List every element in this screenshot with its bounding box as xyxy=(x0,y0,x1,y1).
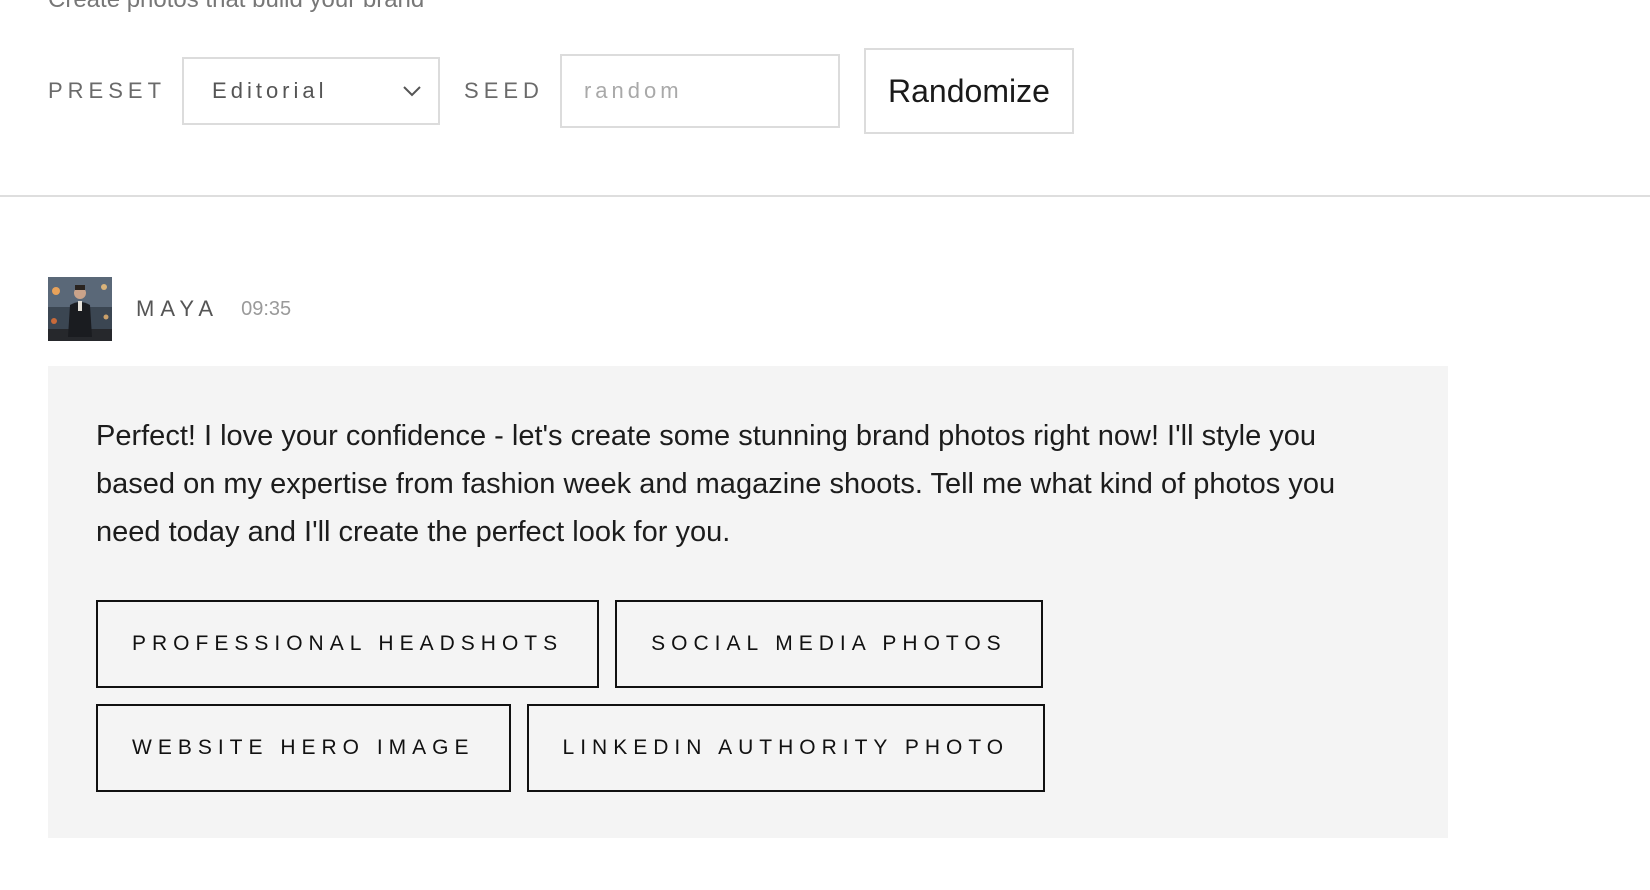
seed-label: SEED xyxy=(464,78,544,103)
generation-toolbar: PRESET Editorial SEED Randomize xyxy=(48,48,1074,134)
message-text: Perfect! I love your confidence - let's … xyxy=(96,420,1336,548)
message-timestamp: 09:35 xyxy=(241,297,292,320)
option-linkedin-authority-photo[interactable]: LINKEDIN AUTHORITY PHOTO xyxy=(526,704,1046,792)
preset-select-value: Editorial xyxy=(212,78,328,103)
message-bubble: Perfect! I love your confidence - let's … xyxy=(48,366,1448,838)
option-professional-headshots[interactable]: PROFESSIONAL HEADSHOTS xyxy=(96,600,600,688)
avatar xyxy=(48,277,112,341)
page-subtitle: Create photos that build your brand xyxy=(48,0,424,14)
chevron-down-icon xyxy=(403,86,421,97)
option-website-hero-image[interactable]: WEBSITE HERO IMAGE xyxy=(96,704,511,792)
preset-label: PRESET xyxy=(48,78,167,103)
option-social-media-photos[interactable]: SOCIAL MEDIA PHOTOS xyxy=(615,600,1043,688)
quick-reply-options: PROFESSIONAL HEADSHOTS SOCIAL MEDIA PHOT… xyxy=(96,600,1396,792)
message-header: MAYA 09:35 xyxy=(48,277,291,341)
preset-select[interactable]: Editorial xyxy=(182,57,441,125)
randomize-button[interactable]: Randomize xyxy=(863,48,1074,134)
section-divider xyxy=(0,195,1650,197)
message-author: MAYA xyxy=(136,296,220,321)
seed-input[interactable] xyxy=(559,54,840,128)
page: Create photos that build your brand PRES… xyxy=(0,0,1650,890)
